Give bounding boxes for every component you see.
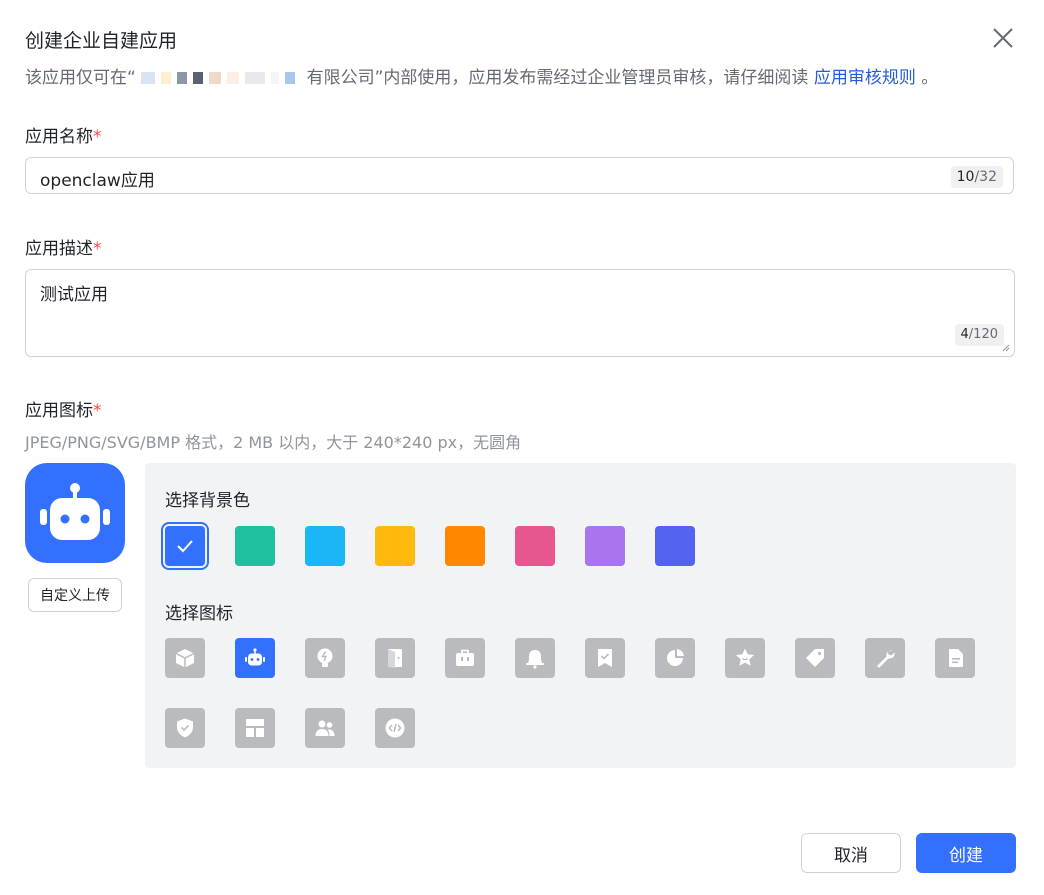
icon-format-hint: JPEG/PNG/SVG/BMP 格式，2 MB 以内，大于 240*240 p… [25,433,522,452]
required-mark: * [93,127,102,147]
wrench-icon [877,650,895,668]
bookmark-check-icon [598,649,612,667]
notice-prefix: 该应用仅可在“ [25,68,136,88]
icon-option-door[interactable] [375,638,415,678]
icon-option-lightbulb[interactable] [305,638,345,678]
icon-picker-panel: 选择背景色 选择图标 [145,463,1016,768]
icon-option-cube[interactable] [165,638,205,678]
users-icon [315,720,335,736]
shield-check-icon [177,718,193,738]
robot-icon [40,483,110,540]
dialog-notice: 该应用仅可在“ 有限公司”内部使用，应用发布需经过企业管理员审核，请仔细阅读 应… [25,63,938,88]
icon-option-shield-check[interactable] [165,708,205,748]
icon-option-wrench[interactable] [865,638,905,678]
tag-icon [806,649,824,667]
required-mark: * [93,239,102,259]
redacted-company-name [141,68,306,88]
icon-option-robot[interactable] [235,638,275,678]
app-desc-label: 应用描述* [25,239,102,259]
notice-end: 。 [921,68,939,88]
door-icon [388,649,402,668]
app-icon-preview [25,463,125,563]
dialog-title: 创建企业自建应用 [25,30,178,52]
app-name-input[interactable]: openclaw应用 10/32 [25,157,1014,194]
review-rules-link[interactable]: 应用审核规则 [814,68,916,88]
layout-icon [246,719,264,737]
app-name-label: 应用名称* [25,127,102,147]
icon-option-bookmark-check[interactable] [585,638,625,678]
custom-upload-button[interactable]: 自定义上传 [28,578,122,612]
app-desc-counter: 4/120 [954,324,1004,346]
notice-suffix: 有限公司”内部使用，应用发布需经过企业管理员审核，请仔细阅读 [306,68,809,88]
icon-option-briefcase[interactable] [445,638,485,678]
briefcase-icon [456,649,474,666]
cancel-button[interactable]: 取消 [801,833,901,873]
lightbulb-icon [317,648,333,667]
icon-option-star-face[interactable] [725,638,765,678]
bg-color-title: 选择背景色 [165,491,250,511]
icon-option-users[interactable] [305,708,345,748]
icon-option-pie-chart[interactable] [655,638,695,678]
bg-color-swatch[interactable] [655,526,695,566]
required-mark: * [93,401,102,421]
icon-title: 选择图标 [165,604,233,624]
bg-color-swatch[interactable] [375,526,415,566]
app-desc-value[interactable]: 测试应用 [40,280,108,305]
app-name-value[interactable]: openclaw应用 [40,166,155,191]
check-icon [177,540,193,553]
pie-chart-icon [667,649,684,666]
icon-option-tag[interactable] [795,638,835,678]
icon-option-code[interactable] [375,708,415,748]
robot-icon [245,648,265,666]
bg-color-swatch[interactable] [515,526,555,566]
cube-icon [175,649,195,668]
icon-option-bell[interactable] [515,638,555,678]
bg-color-swatch[interactable] [235,526,275,566]
bell-icon [526,650,544,669]
icon-option-layout[interactable] [235,708,275,748]
close-icon[interactable] [990,25,1016,51]
icon-option-document[interactable] [935,638,975,678]
code-icon [385,718,405,738]
app-name-counter: 10/32 [950,166,1003,188]
bg-color-swatch[interactable] [585,526,625,566]
document-icon [949,649,963,667]
app-desc-textarea[interactable]: 测试应用 4/120 [25,269,1015,357]
app-icon-label: 应用图标* [25,401,102,421]
bg-color-swatch[interactable] [445,526,485,566]
star-face-icon [736,648,754,666]
create-button[interactable]: 创建 [916,833,1016,873]
bg-color-swatch[interactable] [305,526,345,566]
bg-color-swatch[interactable] [161,522,209,570]
resize-handle-icon[interactable] [1002,344,1010,352]
